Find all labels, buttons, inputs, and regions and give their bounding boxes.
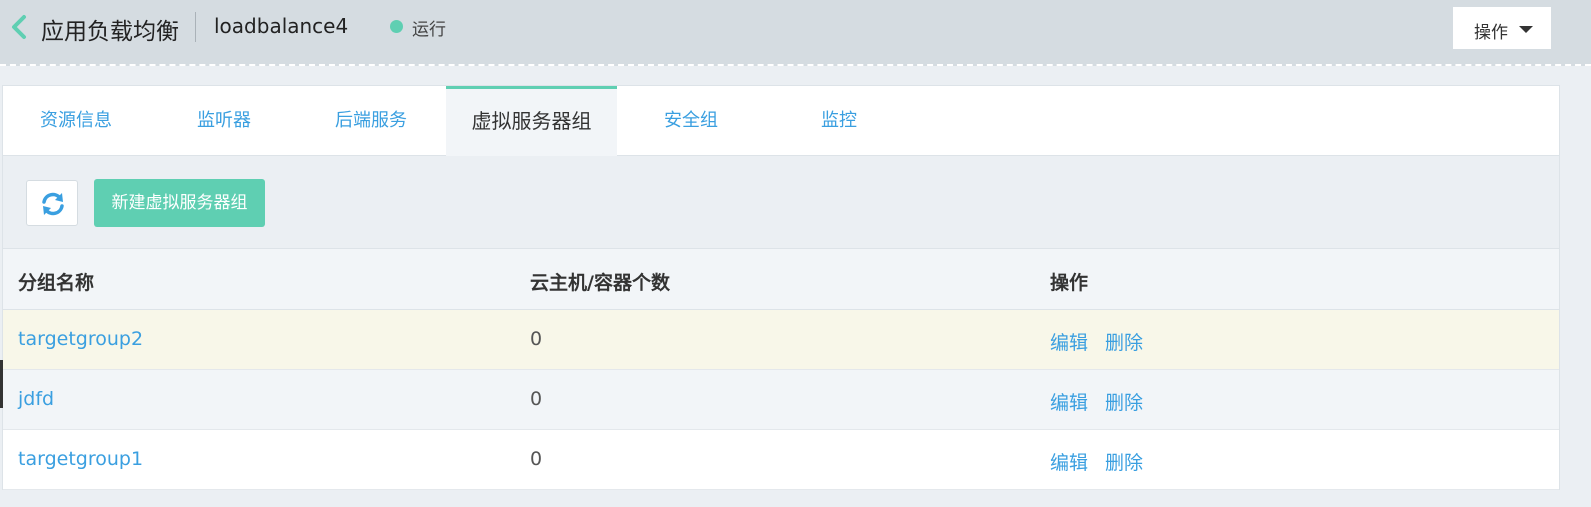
column-header-group-name: 分组名称 [18, 272, 95, 294]
edit-link[interactable]: 编辑 [1050, 328, 1088, 355]
page-header: 应用负载均衡 loadbalance4 运行 操作 [0, 0, 1591, 66]
tab-monitoring[interactable]: 监控 [821, 86, 857, 156]
group-name-link[interactable]: jdfd [18, 388, 54, 410]
column-header-instance-count: 云主机/容器个数 [530, 272, 670, 294]
table-row: targetgroup1 0 编辑 删除 [3, 430, 1559, 490]
delete-link[interactable]: 删除 [1105, 328, 1143, 355]
instance-name: loadbalance4 [214, 14, 349, 38]
edit-link[interactable]: 编辑 [1050, 448, 1088, 475]
refresh-button[interactable] [26, 180, 78, 226]
content-panel: 资源信息 监听器 后端服务 虚拟服务器组 安全组 监控 新建虚拟服务器组 分组名… [2, 85, 1560, 490]
instance-count: 0 [530, 388, 543, 410]
server-group-table: 分组名称 云主机/容器个数 操作 targetgroup2 0 编辑 删除 jd… [3, 249, 1559, 490]
status-text: 运行 [412, 20, 446, 40]
table-row: targetgroup2 0 编辑 删除 [3, 310, 1559, 370]
group-name-link[interactable]: targetgroup1 [18, 448, 143, 470]
instance-count: 0 [530, 328, 543, 350]
instance-count: 0 [530, 448, 543, 470]
tab-security-groups[interactable]: 安全组 [664, 86, 718, 156]
tab-listeners[interactable]: 监听器 [197, 86, 251, 156]
delete-link[interactable]: 删除 [1105, 388, 1143, 415]
title-divider [195, 12, 196, 42]
table-row: jdfd 0 编辑 删除 [3, 370, 1559, 430]
create-virtual-server-group-button[interactable]: 新建虚拟服务器组 [94, 179, 265, 227]
tab-backend-services[interactable]: 后端服务 [335, 86, 407, 156]
app-title: 应用负载均衡 [41, 19, 179, 45]
toolbar: 新建虚拟服务器组 [3, 156, 1559, 249]
refresh-icon [42, 192, 64, 216]
operations-button-label: 操作 [1474, 23, 1508, 43]
left-edge-marker [0, 360, 3, 408]
operations-dropdown-button[interactable]: 操作 [1452, 6, 1552, 50]
tab-bar: 资源信息 监听器 后端服务 虚拟服务器组 安全组 监控 [3, 86, 1559, 156]
edit-link[interactable]: 编辑 [1050, 388, 1088, 415]
status-dot-icon [390, 20, 403, 33]
table-header: 分组名称 云主机/容器个数 操作 [3, 249, 1559, 310]
tab-virtual-server-groups[interactable]: 虚拟服务器组 [446, 86, 617, 156]
tab-resource-info[interactable]: 资源信息 [40, 86, 112, 156]
column-header-actions: 操作 [1050, 272, 1089, 294]
delete-link[interactable]: 删除 [1105, 448, 1143, 475]
caret-down-icon [1519, 26, 1533, 33]
back-arrow-icon[interactable] [8, 14, 30, 40]
group-name-link[interactable]: targetgroup2 [18, 328, 143, 350]
